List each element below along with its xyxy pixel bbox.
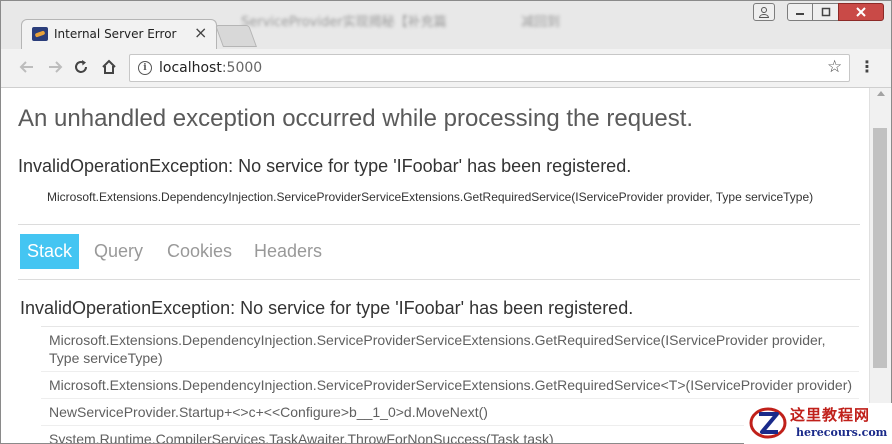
- forward-arrow-icon[interactable]: [47, 56, 63, 81]
- watermark-logo-icon: [749, 407, 787, 439]
- exception-message: InvalidOperationException: No service fo…: [18, 156, 632, 176]
- user-icon[interactable]: [753, 3, 775, 21]
- background-window-text-right: 减回到: [521, 15, 561, 30]
- menu-icon[interactable]: ⋮: [859, 57, 875, 77]
- divider: [18, 279, 860, 280]
- stack-frame[interactable]: Microsoft.Extensions.DependencyInjection…: [41, 327, 859, 372]
- exception-location: Microsoft.Extensions.DependencyInjection…: [47, 190, 814, 204]
- tab-query[interactable]: Query: [94, 234, 143, 269]
- stack-frame[interactable]: Microsoft.Extensions.DependencyInjection…: [41, 372, 859, 399]
- tab-headers[interactable]: Headers: [254, 234, 322, 269]
- minimize-icon[interactable]: [787, 3, 813, 21]
- favicon-icon: [32, 27, 48, 41]
- stack-frame[interactable]: System.Runtime.CompilerServices.TaskAwai…: [41, 426, 859, 443]
- watermark-en-text: herecours.com: [796, 426, 888, 439]
- scroll-thumb[interactable]: [873, 128, 887, 368]
- close-icon[interactable]: [838, 3, 884, 21]
- url-text[interactable]: localhost:5000: [159, 60, 262, 76]
- stack-exception-title: InvalidOperationException: No service fo…: [20, 298, 634, 318]
- back-arrow-icon[interactable]: [19, 56, 35, 81]
- address-bar[interactable]: i localhost:5000 ☆: [129, 54, 850, 82]
- watermark: 这里教程网 herecours.com: [744, 403, 892, 444]
- url-port: :5000: [221, 60, 263, 76]
- reload-icon[interactable]: [73, 56, 89, 81]
- tab-stack[interactable]: Stack: [20, 234, 80, 269]
- home-icon[interactable]: [101, 56, 117, 81]
- browser-tab[interactable]: Internal Server Error ×: [21, 19, 217, 49]
- browser-toolbar: i localhost:5000 ☆ ⋮: [1, 49, 891, 88]
- browser-window: ServiceProvider实现揭秘【补充篇 减回到 Internal Ser…: [0, 0, 892, 444]
- background-window-text: ServiceProvider实现揭秘【补充篇: [241, 15, 447, 30]
- tab-close-icon[interactable]: ×: [194, 24, 207, 42]
- scroll-up-icon[interactable]: [877, 91, 885, 96]
- url-host: localhost: [159, 60, 222, 76]
- page-title: An unhandled exception occurred while pr…: [18, 105, 694, 132]
- tab-title: Internal Server Error: [54, 27, 177, 41]
- title-bar: ServiceProvider实现揭秘【补充篇 减回到 Internal Ser…: [1, 1, 891, 49]
- watermark-cn-text: 这里教程网: [790, 406, 871, 424]
- stack-frame-list: Microsoft.Extensions.DependencyInjection…: [41, 326, 859, 443]
- divider: [18, 224, 860, 225]
- info-icon[interactable]: i: [138, 61, 152, 75]
- tab-cookies[interactable]: Cookies: [167, 234, 232, 269]
- maximize-icon[interactable]: [812, 3, 839, 21]
- stack-frame[interactable]: NewServiceProvider.Startup+<>c+<<Configu…: [41, 399, 859, 426]
- star-icon[interactable]: ☆: [827, 57, 842, 77]
- vertical-scrollbar[interactable]: [869, 88, 891, 443]
- page-content: An unhandled exception occurred while pr…: [1, 88, 869, 443]
